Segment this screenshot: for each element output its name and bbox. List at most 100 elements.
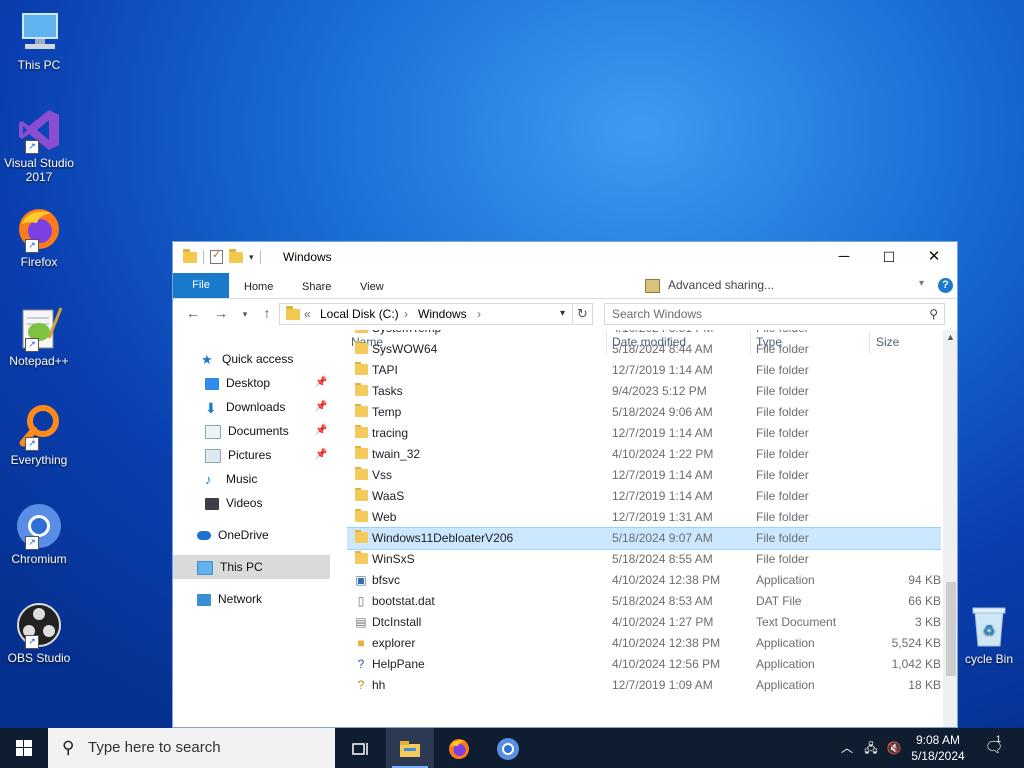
forward-arrow-icon[interactable]: → (211, 305, 231, 321)
file-row[interactable]: ? hh 12/7/2019 1:09 AM Application 18 KB (347, 675, 941, 696)
breadcrumb-separator[interactable]: › (404, 304, 408, 324)
desktop-icon-this-pc[interactable]: This PC (4, 8, 74, 72)
nav-item-downloads[interactable]: ⬇ Downloads (205, 396, 285, 418)
file-name: DtcInstall (372, 615, 422, 629)
nav-item-this-pc[interactable]: This PC (197, 556, 263, 578)
address-history-chevron-icon[interactable]: ▾ (560, 304, 565, 324)
desktop-icon-everything[interactable]: ↗ Everything (4, 403, 74, 467)
desktop-icon-visual-studio[interactable]: ↗ Visual Studio 2017 (4, 106, 74, 184)
recent-locations-chevron-icon[interactable]: ▾ (235, 309, 255, 320)
folder-row[interactable]: Vss 12/7/2019 1:14 AM File folder (347, 465, 941, 486)
nav-item-onedrive[interactable]: OneDrive (197, 524, 269, 546)
tab-share[interactable]: Share (302, 276, 331, 298)
folder-row[interactable]: SysWOW64 5/18/2024 8:44 AM File folder (347, 339, 941, 360)
customize-toolbar-chevron-icon[interactable]: ▾ (249, 252, 254, 263)
taskbar-search-box[interactable]: ⚲ Type here to search (48, 728, 335, 768)
folder-row[interactable]: TAPI 12/7/2019 1:14 AM File folder (347, 360, 941, 381)
folder-row[interactable]: SystemTemp 4/10/2024 3:51 PM File folder (347, 330, 941, 339)
desktop-icon-firefox[interactable]: ↗ Firefox (4, 205, 74, 269)
nav-item-quick-access[interactable]: ★ Quick access (201, 348, 293, 370)
vertical-scrollbar[interactable]: ▲ (943, 330, 957, 727)
search-input[interactable]: Search Windows ⚲ (604, 303, 945, 325)
file-row[interactable]: ■ explorer 4/10/2024 12:38 PM Application 5,… (347, 633, 941, 654)
file-type: File folder (756, 384, 809, 398)
nav-label: Network (218, 592, 263, 606)
pin-icon[interactable]: 📌 (315, 377, 327, 388)
desktop-icon-obs-studio[interactable]: ↗ OBS Studio (4, 601, 74, 665)
folder-row[interactable]: WinSxS 5/18/2024 8:55 AM File folder (347, 549, 941, 570)
pin-icon[interactable]: 📌 (315, 401, 327, 412)
address-bar[interactable]: « Local Disk (C:) › Windows › ▾ (279, 303, 573, 325)
up-arrow-icon[interactable]: ↑ (257, 305, 277, 321)
taskbar-app-file-explorer[interactable] (386, 728, 434, 768)
show-hidden-icons-chevron-icon[interactable]: ︿ (838, 728, 856, 768)
network-icon (197, 593, 211, 606)
folder-row[interactable]: Windows11DebloaterV206 5/18/2024 9:07 AM F… (347, 527, 941, 550)
scroll-up-arrow-icon[interactable]: ▲ (946, 332, 955, 342)
clock-date: 5/18/2024 (911, 749, 965, 763)
back-arrow-icon[interactable]: ← (183, 305, 203, 321)
nav-label: Quick access (222, 352, 294, 366)
file-row[interactable]: ▤ DtcInstall 4/10/2024 1:27 PM Text Documen… (347, 612, 941, 633)
system-clock[interactable]: 9:08 AM 5/18/2024 (900, 732, 976, 764)
tab-file[interactable]: File (173, 273, 229, 298)
network-status-icon[interactable]: 🖧 (860, 728, 882, 768)
nav-label: Downloads (226, 400, 286, 414)
refresh-icon[interactable]: ↻ (573, 303, 593, 325)
desktop-icon-notepad-plus-plus[interactable]: ↗ Notepad++ (4, 304, 74, 368)
pin-icon[interactable]: 📌 (315, 425, 327, 436)
tab-home[interactable]: Home (244, 276, 273, 298)
expand-ribbon-chevron-icon[interactable]: ▾ (919, 278, 924, 289)
nav-item-videos[interactable]: Videos (205, 492, 262, 514)
file-explorer-icon (400, 740, 420, 757)
taskbar-app-firefox[interactable] (435, 728, 483, 768)
file-row[interactable]: ▣ bfsvc 4/10/2024 12:38 PM Application 94 KB (347, 570, 941, 591)
desktop-icon-chromium[interactable]: ↗ Chromium (4, 502, 74, 566)
nav-item-pictures[interactable]: Pictures (205, 444, 271, 466)
firefox-icon: ↗ (15, 205, 63, 253)
folder-icon (286, 306, 300, 320)
folder-row[interactable]: twain_32 4/10/2024 1:22 PM File folder (347, 444, 941, 465)
scrollbar-thumb[interactable] (946, 582, 956, 676)
action-center-button[interactable]: 🗨 1 (980, 728, 1008, 768)
nav-item-documents[interactable]: Documents (205, 420, 289, 442)
taskbar-app-chromium[interactable] (484, 728, 532, 768)
close-button[interactable]: ✕ (911, 242, 957, 272)
pictures-icon (205, 448, 221, 463)
file-date-modified: 12/7/2019 1:09 AM (612, 678, 713, 692)
file-explorer-window[interactable]: ▾ Windows ─ ☐ ✕ File Home Share View Adv… (172, 241, 958, 728)
properties-icon[interactable] (210, 248, 223, 264)
folder-row[interactable]: Temp 5/18/2024 9:06 AM File folder (347, 402, 941, 423)
folder-row[interactable]: Tasks 9/4/2023 5:12 PM File folder (347, 381, 941, 402)
breadcrumb-local-disk[interactable]: Local Disk (C:) (320, 304, 399, 324)
help-button[interactable]: ? (938, 278, 953, 293)
monitor-icon (15, 8, 63, 56)
file-type: File folder (756, 426, 809, 440)
desktop-icon-label: This PC (17, 58, 61, 72)
title-bar[interactable]: ▾ Windows ─ ☐ ✕ (173, 242, 957, 272)
minimize-button[interactable]: ─ (821, 242, 867, 272)
file-name: SystemTemp (372, 330, 441, 335)
folder-icon (355, 509, 368, 522)
start-button[interactable] (0, 728, 48, 768)
new-folder-icon[interactable] (229, 248, 243, 263)
breadcrumb-windows[interactable]: Windows (418, 304, 467, 324)
tab-view[interactable]: View (360, 276, 384, 298)
nav-item-network[interactable]: Network (197, 588, 262, 610)
file-row[interactable]: ? HelpPane 4/10/2024 12:56 PM Application 1,… (347, 654, 941, 675)
nav-item-desktop[interactable]: Desktop (205, 372, 270, 394)
file-type: File folder (756, 510, 809, 524)
address-overflow[interactable]: « (304, 304, 311, 324)
breadcrumb-separator[interactable]: › (477, 304, 481, 324)
advanced-sharing-button[interactable]: Advanced sharing... (645, 274, 855, 296)
folder-row[interactable]: Web 12/7/2019 1:31 AM File folder (347, 507, 941, 528)
file-row[interactable]: ▯ bootstat.dat 5/18/2024 8:53 AM DAT File 66… (347, 591, 941, 612)
nav-item-music[interactable]: ♪ Music (205, 468, 257, 490)
file-name: TAPI (372, 363, 398, 377)
folder-row[interactable]: tracing 12/7/2019 1:14 AM File folder (347, 423, 941, 444)
folder-row[interactable]: WaaS 12/7/2019 1:14 AM File folder (347, 486, 941, 507)
desktop-icon-recycle-bin[interactable]: ♻ cycle Bin (954, 604, 1024, 666)
maximize-button[interactable]: ☐ (866, 242, 912, 272)
task-view-button[interactable] (336, 728, 384, 768)
pin-icon[interactable]: 📌 (315, 449, 327, 460)
